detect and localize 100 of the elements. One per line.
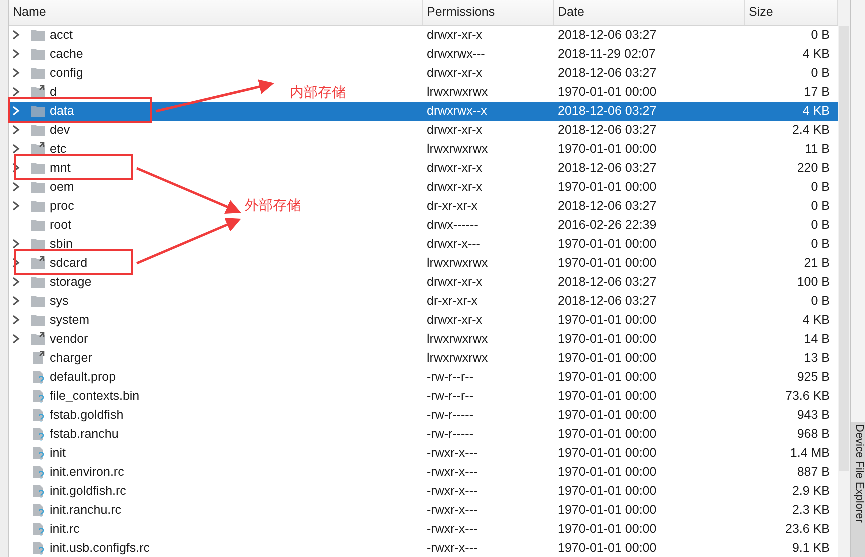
- expand-caret-icon[interactable]: [12, 239, 20, 250]
- date-cell-text: 2018-12-06 03:27: [557, 66, 658, 80]
- date-cell-text: 1970-01-01 00:00: [557, 502, 658, 517]
- file-unknown-icon: [30, 426, 46, 441]
- date-cell-text: 2018-12-06 03:27: [557, 104, 658, 118]
- scrollbar-track[interactable]: [838, 0, 850, 557]
- file-unknown-icon: [30, 370, 46, 384]
- size-cell-text: 17 B: [804, 85, 831, 100]
- permissions-cell-text: lrwxrwxrwx: [426, 332, 490, 346]
- date-cell-text: 1970-01-01 00:00: [557, 256, 658, 270]
- column-header[interactable]: Date: [554, 0, 745, 25]
- date-cell-text: 1970-01-01 00:00: [557, 484, 658, 498]
- permissions-cell-text: drwxrwx--x: [426, 104, 488, 118]
- permissions-cell-text: -rwxr-x---: [426, 540, 479, 555]
- expand-caret-icon[interactable]: [12, 314, 20, 325]
- permissions-cell-text: -rwxr-x---: [426, 446, 479, 460]
- expand-caret-icon[interactable]: [12, 68, 20, 78]
- permissions-cell-text: drwxr-xr-x: [426, 28, 484, 42]
- size-cell-text: 220 B: [797, 161, 831, 176]
- annotation-label: 外部存储: [245, 198, 301, 214]
- date-cell-text: 1970-01-01 00:00: [557, 237, 658, 252]
- size-cell-text: 23.6 KB: [786, 522, 831, 536]
- size-cell-text: 4 KB: [802, 47, 831, 62]
- column-header[interactable]: Name: [9, 0, 423, 25]
- permissions-cell-text: drwx------: [426, 218, 480, 232]
- file-name: init.rc: [50, 522, 80, 536]
- file-name: etc: [50, 142, 67, 156]
- permissions-cell-text: drwxr-x---: [426, 237, 482, 252]
- folder-icon: [30, 66, 46, 80]
- date-cell-text: 1970-01-01 00:00: [557, 142, 658, 156]
- file-name: proc: [50, 199, 74, 214]
- permissions-cell-text: -rw-r-----: [426, 426, 474, 441]
- scrollbar-thumb[interactable]: [839, 26, 849, 471]
- expand-caret-icon[interactable]: [12, 182, 20, 192]
- permissions-cell-text: drwxr-xr-x: [426, 123, 484, 138]
- file-name: d: [50, 85, 57, 100]
- size-cell-text: 943 B: [797, 408, 831, 422]
- date-cell-text: 2018-12-06 03:27: [557, 294, 658, 308]
- permissions-cell-text: -rwxr-x---: [426, 484, 479, 498]
- date-cell-text: 2018-11-29 02:07: [557, 47, 657, 62]
- file-name: system: [50, 312, 90, 327]
- date-cell-text: 1970-01-01 00:00: [557, 540, 658, 555]
- size-cell-text: 73.6 KB: [786, 388, 831, 403]
- expand-caret-icon[interactable]: [12, 296, 20, 306]
- folder-icon: [30, 294, 46, 308]
- folder-icon: [30, 161, 46, 176]
- expand-caret-icon[interactable]: [12, 163, 20, 174]
- file-unknown-icon: [30, 464, 46, 479]
- expand-caret-icon[interactable]: [12, 87, 20, 98]
- file-unknown-icon: [30, 502, 46, 517]
- size-cell-text: 1.4 MB: [790, 446, 831, 460]
- expand-caret-icon[interactable]: [12, 258, 20, 268]
- expand-caret-icon[interactable]: [12, 125, 20, 136]
- file-name: charger: [50, 350, 92, 365]
- annotation-label: 内部存储: [290, 85, 346, 101]
- date-cell-text: 1970-01-01 00:00: [557, 408, 658, 422]
- permissions-cell-text: drwxr-xr-x: [426, 66, 484, 80]
- size-cell-text: 0 B: [811, 237, 831, 252]
- selected-file-row[interactable]: data drwxrwx--x 2018-12-06 03:27 4 KB: [9, 102, 838, 121]
- expand-caret-icon[interactable]: [12, 277, 20, 288]
- file-name: fstab.ranchu: [50, 426, 119, 441]
- permissions-cell-text: lrwxrwxrwx: [426, 256, 490, 270]
- file-unknown-icon: [30, 446, 46, 460]
- expand-caret-icon[interactable]: [12, 49, 20, 60]
- size-cell-text: 14 B: [804, 332, 831, 346]
- size-cell-text: 9.1 KB: [792, 540, 831, 555]
- column-header[interactable]: Permissions: [423, 0, 554, 25]
- expand-caret-icon[interactable]: [12, 201, 20, 212]
- date-cell-text: 2018-12-06 03:27: [557, 199, 658, 214]
- file-name: acct: [50, 28, 73, 42]
- expand-caret-icon[interactable]: [12, 334, 20, 344]
- size-cell-text: 0 B: [811, 294, 831, 308]
- file-unknown-icon: [30, 388, 46, 403]
- permissions-cell-text: drwxr-xr-x: [426, 275, 484, 290]
- size-cell-text: 0 B: [811, 199, 831, 214]
- folder-link-icon: [30, 256, 46, 270]
- file-name: init.goldfish.rc: [50, 484, 126, 498]
- folder-link-icon: [30, 332, 46, 346]
- date-cell-text: 1970-01-01 00:00: [557, 85, 658, 100]
- date-cell-text: 2018-12-06 03:27: [557, 275, 658, 290]
- folder-link-icon: [30, 85, 46, 100]
- date-cell-text: 1970-01-01 00:00: [557, 332, 658, 346]
- size-cell-text: 2.3 KB: [792, 502, 831, 517]
- folder-icon: [30, 237, 46, 252]
- side-tab[interactable]: Device File Explorer: [851, 422, 865, 557]
- date-cell-text: 1970-01-01 00:00: [557, 522, 658, 536]
- folder-icon: [30, 275, 46, 290]
- permissions-cell-text: drwxr-xr-x: [426, 312, 484, 327]
- expand-caret-icon[interactable]: [12, 144, 20, 154]
- size-cell-text: 2.9 KB: [792, 484, 831, 498]
- permissions-cell-text: lrwxrwxrwx: [426, 85, 490, 100]
- date-cell-text: 1970-01-01 00:00: [557, 446, 658, 460]
- expand-caret-icon[interactable]: [12, 30, 20, 40]
- folder-link-icon: [30, 142, 46, 156]
- file-name: init.usb.configfs.rc: [50, 540, 150, 555]
- file-name: mnt: [50, 161, 71, 176]
- folder-icon: [30, 47, 46, 62]
- date-cell-text: 1970-01-01 00:00: [557, 180, 658, 194]
- file-name: config: [50, 66, 84, 80]
- size-cell-text: 4 KB: [802, 104, 831, 118]
